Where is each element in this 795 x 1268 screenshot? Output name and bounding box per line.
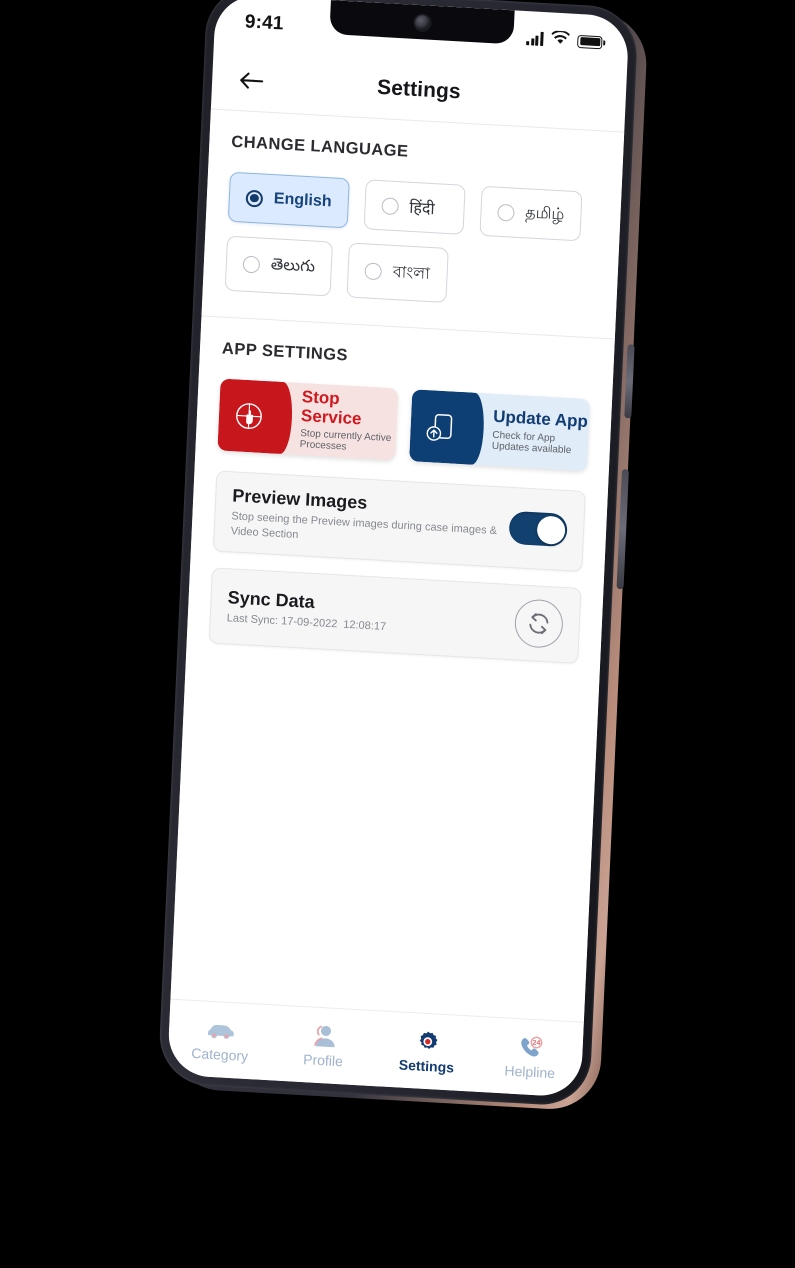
phone-frame: 9:41 Settings CHANGE LANGUAGE English हि… — [157, 0, 639, 1108]
nav-item-category[interactable]: Category — [168, 1015, 273, 1065]
arrow-left-icon — [240, 72, 264, 89]
back-button[interactable] — [233, 62, 268, 98]
language-label: বাংলা — [392, 263, 431, 284]
phone-24h-icon: 24 — [517, 1035, 544, 1061]
stop-service-text: Stop Service Stop currently Active Proce… — [278, 387, 399, 456]
stop-service-title: Stop Service — [300, 386, 362, 428]
settings-content: CHANGE LANGUAGE English हिंदी தமிழ் తెలు… — [170, 109, 625, 1022]
signal-bars-icon — [526, 31, 544, 47]
language-option-telugu[interactable]: తెలుగు — [224, 235, 334, 297]
nav-label: Settings — [398, 1055, 455, 1076]
preview-images-card: Preview Images Stop seeing the Preview i… — [212, 470, 586, 573]
battery-full-icon — [577, 34, 603, 49]
language-option-tamil[interactable]: தமிழ் — [479, 185, 583, 242]
language-label: తెలుగు — [270, 255, 316, 276]
app-settings-title: APP SETTINGS — [221, 339, 349, 365]
last-sync-label: Last Sync: 17-09-2022 — [226, 612, 338, 631]
gear-icon — [415, 1029, 440, 1055]
svg-text:24: 24 — [533, 1040, 541, 1047]
preview-images-toggle[interactable] — [508, 511, 568, 548]
stop-service-card[interactable]: Stop Service Stop currently Active Proce… — [217, 378, 399, 461]
nav-item-settings[interactable]: Settings — [374, 1027, 479, 1077]
language-label: English — [273, 190, 332, 211]
update-app-title: Update App — [492, 406, 589, 432]
nav-item-helpline[interactable]: 24 Helpline — [478, 1032, 583, 1082]
last-sync-time: 12:08:17 — [343, 618, 387, 633]
nav-label: Helpline — [504, 1061, 556, 1081]
change-language-title: CHANGE LANGUAGE — [231, 132, 409, 161]
front-camera-icon — [414, 14, 430, 31]
screenshot-stage: 9:41 Settings CHANGE LANGUAGE English हि… — [0, 0, 795, 1268]
page-title: Settings — [376, 75, 462, 103]
radio-icon — [242, 255, 261, 274]
radio-icon — [245, 189, 264, 208]
nav-label: Category — [191, 1044, 249, 1064]
stop-service-subtitle: Stop currently Active Processes — [299, 428, 392, 453]
sync-data-text: Sync Data Last Sync: 17-09-2022 12:08:17 — [226, 587, 387, 634]
toggle-knob — [536, 515, 566, 545]
update-app-card[interactable]: Update App Check for App Updates availab… — [409, 389, 591, 472]
change-language-section: CHANGE LANGUAGE English हिंदी தமிழ் తెలు… — [202, 110, 625, 339]
phone-update-icon — [409, 389, 473, 465]
update-app-subtitle: Check for App Updates available — [491, 429, 572, 457]
sync-refresh-icon — [529, 613, 549, 635]
sync-data-card: Sync Data Last Sync: 17-09-2022 12:08:17 — [208, 567, 582, 665]
language-option-hindi[interactable]: हिंदी — [363, 179, 466, 235]
user-icon — [311, 1023, 338, 1049]
power-button[interactable] — [616, 469, 629, 590]
radio-icon — [381, 196, 399, 215]
language-label: தமிழ் — [524, 204, 565, 224]
language-options: English हिंदी தமிழ் తెలుగు বাংলা — [224, 171, 600, 312]
status-icons — [526, 29, 603, 52]
nav-item-profile[interactable]: Profile — [271, 1021, 376, 1071]
phone-mockup: 9:41 Settings CHANGE LANGUAGE English हि… — [153, 0, 655, 1121]
language-option-bengali[interactable]: বাংলা — [346, 242, 450, 303]
radio-icon — [364, 262, 383, 281]
stop-hand-icon — [217, 378, 281, 454]
language-option-english[interactable]: English — [227, 171, 350, 229]
wifi-icon — [551, 29, 571, 50]
action-cards-row: Stop Service Stop currently Active Proce… — [217, 378, 591, 472]
update-app-text: Update App Check for App Updates availab… — [470, 407, 590, 457]
car-icon — [204, 1017, 237, 1044]
phone-screen: 9:41 Settings CHANGE LANGUAGE English हि… — [167, 0, 630, 1098]
status-time: 9:41 — [244, 11, 285, 35]
language-label: हिंदी — [408, 199, 435, 219]
preview-images-text: Preview Images Stop seeing the Preview i… — [230, 485, 510, 554]
sync-now-button[interactable] — [513, 598, 564, 650]
nav-label: Profile — [302, 1050, 344, 1069]
radio-icon — [496, 203, 515, 222]
app-settings-section: APP SETTINGS Stop Service Stop currently… — [185, 316, 615, 695]
volume-button[interactable] — [624, 344, 635, 419]
